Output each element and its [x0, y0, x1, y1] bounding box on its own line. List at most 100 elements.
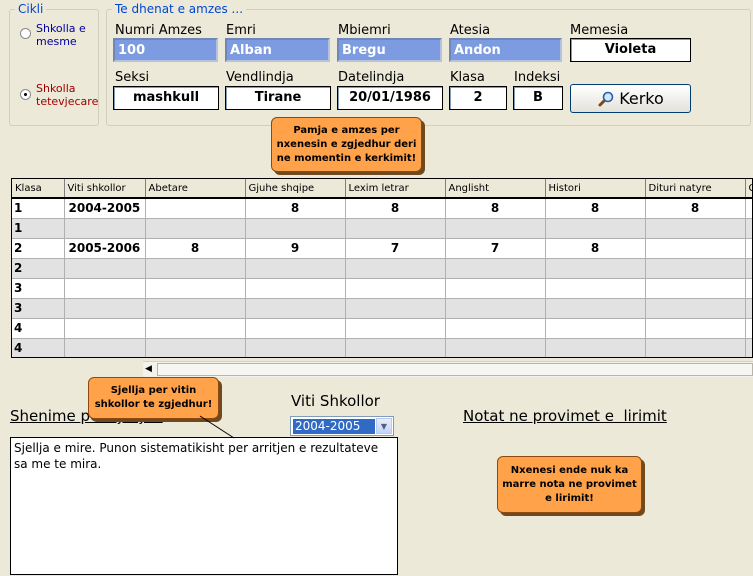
table-row[interactable]: 1 2004-2005 8 8 8 8 8	[12, 198, 752, 219]
field-numri-amzes[interactable]: 100	[113, 38, 218, 62]
table-cell[interactable]	[445, 218, 546, 239]
field-indeksi[interactable]: B	[513, 86, 563, 110]
viti-shkollor-selected-value[interactable]: 2004-2005	[293, 419, 375, 434]
col-header-klasa[interactable]: Klasa	[12, 179, 65, 199]
table-cell[interactable]	[545, 298, 646, 319]
table-cell[interactable]	[745, 318, 752, 339]
col-header-abetare[interactable]: Abetare	[145, 179, 246, 199]
radio-shkolla-tetevjecare[interactable]	[20, 89, 31, 100]
table-cell[interactable]	[64, 338, 146, 357]
field-mbiemri[interactable]: Bregu	[337, 38, 442, 62]
table-cell[interactable]	[645, 278, 746, 299]
table-cell[interactable]	[645, 338, 746, 357]
chevron-down-icon[interactable]: ▼	[376, 418, 392, 434]
table-cell[interactable]	[345, 258, 446, 279]
table-cell[interactable]	[345, 338, 446, 357]
col-header-viti-shkollor[interactable]: Viti shkollor	[64, 179, 146, 199]
table-cell[interactable]: 1	[12, 198, 65, 219]
col-header-anglisht[interactable]: Anglisht	[445, 179, 546, 199]
table-cell[interactable]	[145, 318, 246, 339]
table-cell[interactable]	[245, 258, 346, 279]
table-cell[interactable]: 8	[545, 198, 646, 219]
table-cell[interactable]: 4	[12, 338, 65, 357]
table-cell[interactable]	[445, 278, 546, 299]
table-cell[interactable]	[645, 218, 746, 239]
table-cell[interactable]	[245, 338, 346, 357]
table-cell[interactable]	[64, 318, 146, 339]
table-cell[interactable]: 2	[12, 238, 65, 259]
table-cell[interactable]	[245, 218, 346, 239]
table-row[interactable]: 3	[12, 298, 752, 319]
table-cell[interactable]	[245, 318, 346, 339]
table-cell[interactable]: 3	[12, 298, 65, 319]
table-cell[interactable]	[445, 338, 546, 357]
table-cell[interactable]	[145, 278, 246, 299]
radio-label-shkolla-mesme[interactable]: Shkolla e mesme	[36, 22, 86, 48]
table-cell[interactable]	[445, 298, 546, 319]
table-cell[interactable]	[745, 198, 752, 219]
table-cell[interactable]: 2004-2005	[64, 198, 146, 219]
table-cell[interactable]: 8	[245, 198, 346, 219]
table-row[interactable]: 1	[12, 218, 752, 239]
table-cell[interactable]	[645, 238, 746, 259]
table-cell[interactable]	[245, 298, 346, 319]
table-cell[interactable]	[345, 218, 446, 239]
table-row[interactable]: 4	[12, 318, 752, 339]
table-cell[interactable]: 8	[445, 198, 546, 219]
field-atesia[interactable]: Andon	[449, 38, 562, 62]
table-row[interactable]: 2 2005-2006 8 9 7 7 8	[12, 238, 752, 259]
table-cell[interactable]	[64, 258, 146, 279]
table-cell[interactable]	[345, 318, 446, 339]
table-cell[interactable]	[645, 318, 746, 339]
table-cell[interactable]	[545, 338, 646, 357]
table-cell[interactable]: 8	[645, 198, 746, 219]
col-header-dituri-natyre[interactable]: Dituri natyre	[645, 179, 746, 199]
field-datelindja[interactable]: 20/01/1986	[337, 86, 443, 110]
table-cell[interactable]	[745, 238, 752, 259]
table-row[interactable]: 2	[12, 258, 752, 279]
table-cell[interactable]	[64, 218, 146, 239]
col-header-gjuhe-shqipe[interactable]: Gjuhe shqipe	[245, 179, 346, 199]
field-emri[interactable]: Alban	[225, 38, 330, 62]
table-cell[interactable]	[145, 218, 246, 239]
kerko-button[interactable]: Kerko	[570, 84, 691, 113]
viti-shkollor-select[interactable]: 2004-2005 ▼	[290, 416, 394, 436]
table-cell[interactable]	[545, 218, 646, 239]
grid-horizontal-scrollbar[interactable]: ◀	[143, 361, 753, 377]
table-row[interactable]: 3	[12, 278, 752, 299]
table-cell[interactable]: 8	[145, 238, 246, 259]
table-cell[interactable]	[745, 218, 752, 239]
table-cell[interactable]	[245, 278, 346, 299]
field-klasa[interactable]: 2	[449, 86, 507, 110]
col-header-histori[interactable]: Histori	[545, 179, 646, 199]
table-cell[interactable]: 3	[12, 278, 65, 299]
table-cell[interactable]: 9	[245, 238, 346, 259]
sjellja-memo[interactable]: Sjellja e mire. Punon sistematikisht per…	[10, 437, 398, 575]
table-cell[interactable]: 4	[12, 318, 65, 339]
table-cell[interactable]	[545, 258, 646, 279]
table-row[interactable]: 4	[12, 338, 752, 357]
table-cell[interactable]	[645, 298, 746, 319]
table-cell[interactable]: 7	[345, 238, 446, 259]
scrollbar-thumb[interactable]	[157, 363, 753, 376]
table-cell[interactable]: 8	[545, 238, 646, 259]
table-cell[interactable]	[64, 298, 146, 319]
table-cell[interactable]	[745, 338, 752, 357]
table-cell[interactable]	[445, 258, 546, 279]
table-cell[interactable]: 2005-2006	[64, 238, 146, 259]
col-header-truncated[interactable]: G	[745, 179, 752, 199]
table-cell[interactable]	[145, 298, 246, 319]
radio-shkolla-mesme[interactable]	[20, 28, 31, 39]
table-cell[interactable]	[345, 298, 446, 319]
table-cell[interactable]	[145, 258, 246, 279]
grades-grid[interactable]: Klasa Viti shkollor Abetare Gjuhe shqipe…	[11, 178, 753, 358]
field-vendlindja[interactable]: Tirane	[225, 86, 331, 110]
table-cell[interactable]	[545, 318, 646, 339]
table-cell[interactable]	[745, 278, 752, 299]
table-cell[interactable]	[745, 298, 752, 319]
table-cell[interactable]	[545, 278, 646, 299]
table-cell[interactable]	[145, 338, 246, 357]
table-cell[interactable]	[745, 258, 752, 279]
table-cell[interactable]	[145, 198, 246, 219]
field-seksi[interactable]: mashkull	[113, 86, 219, 110]
